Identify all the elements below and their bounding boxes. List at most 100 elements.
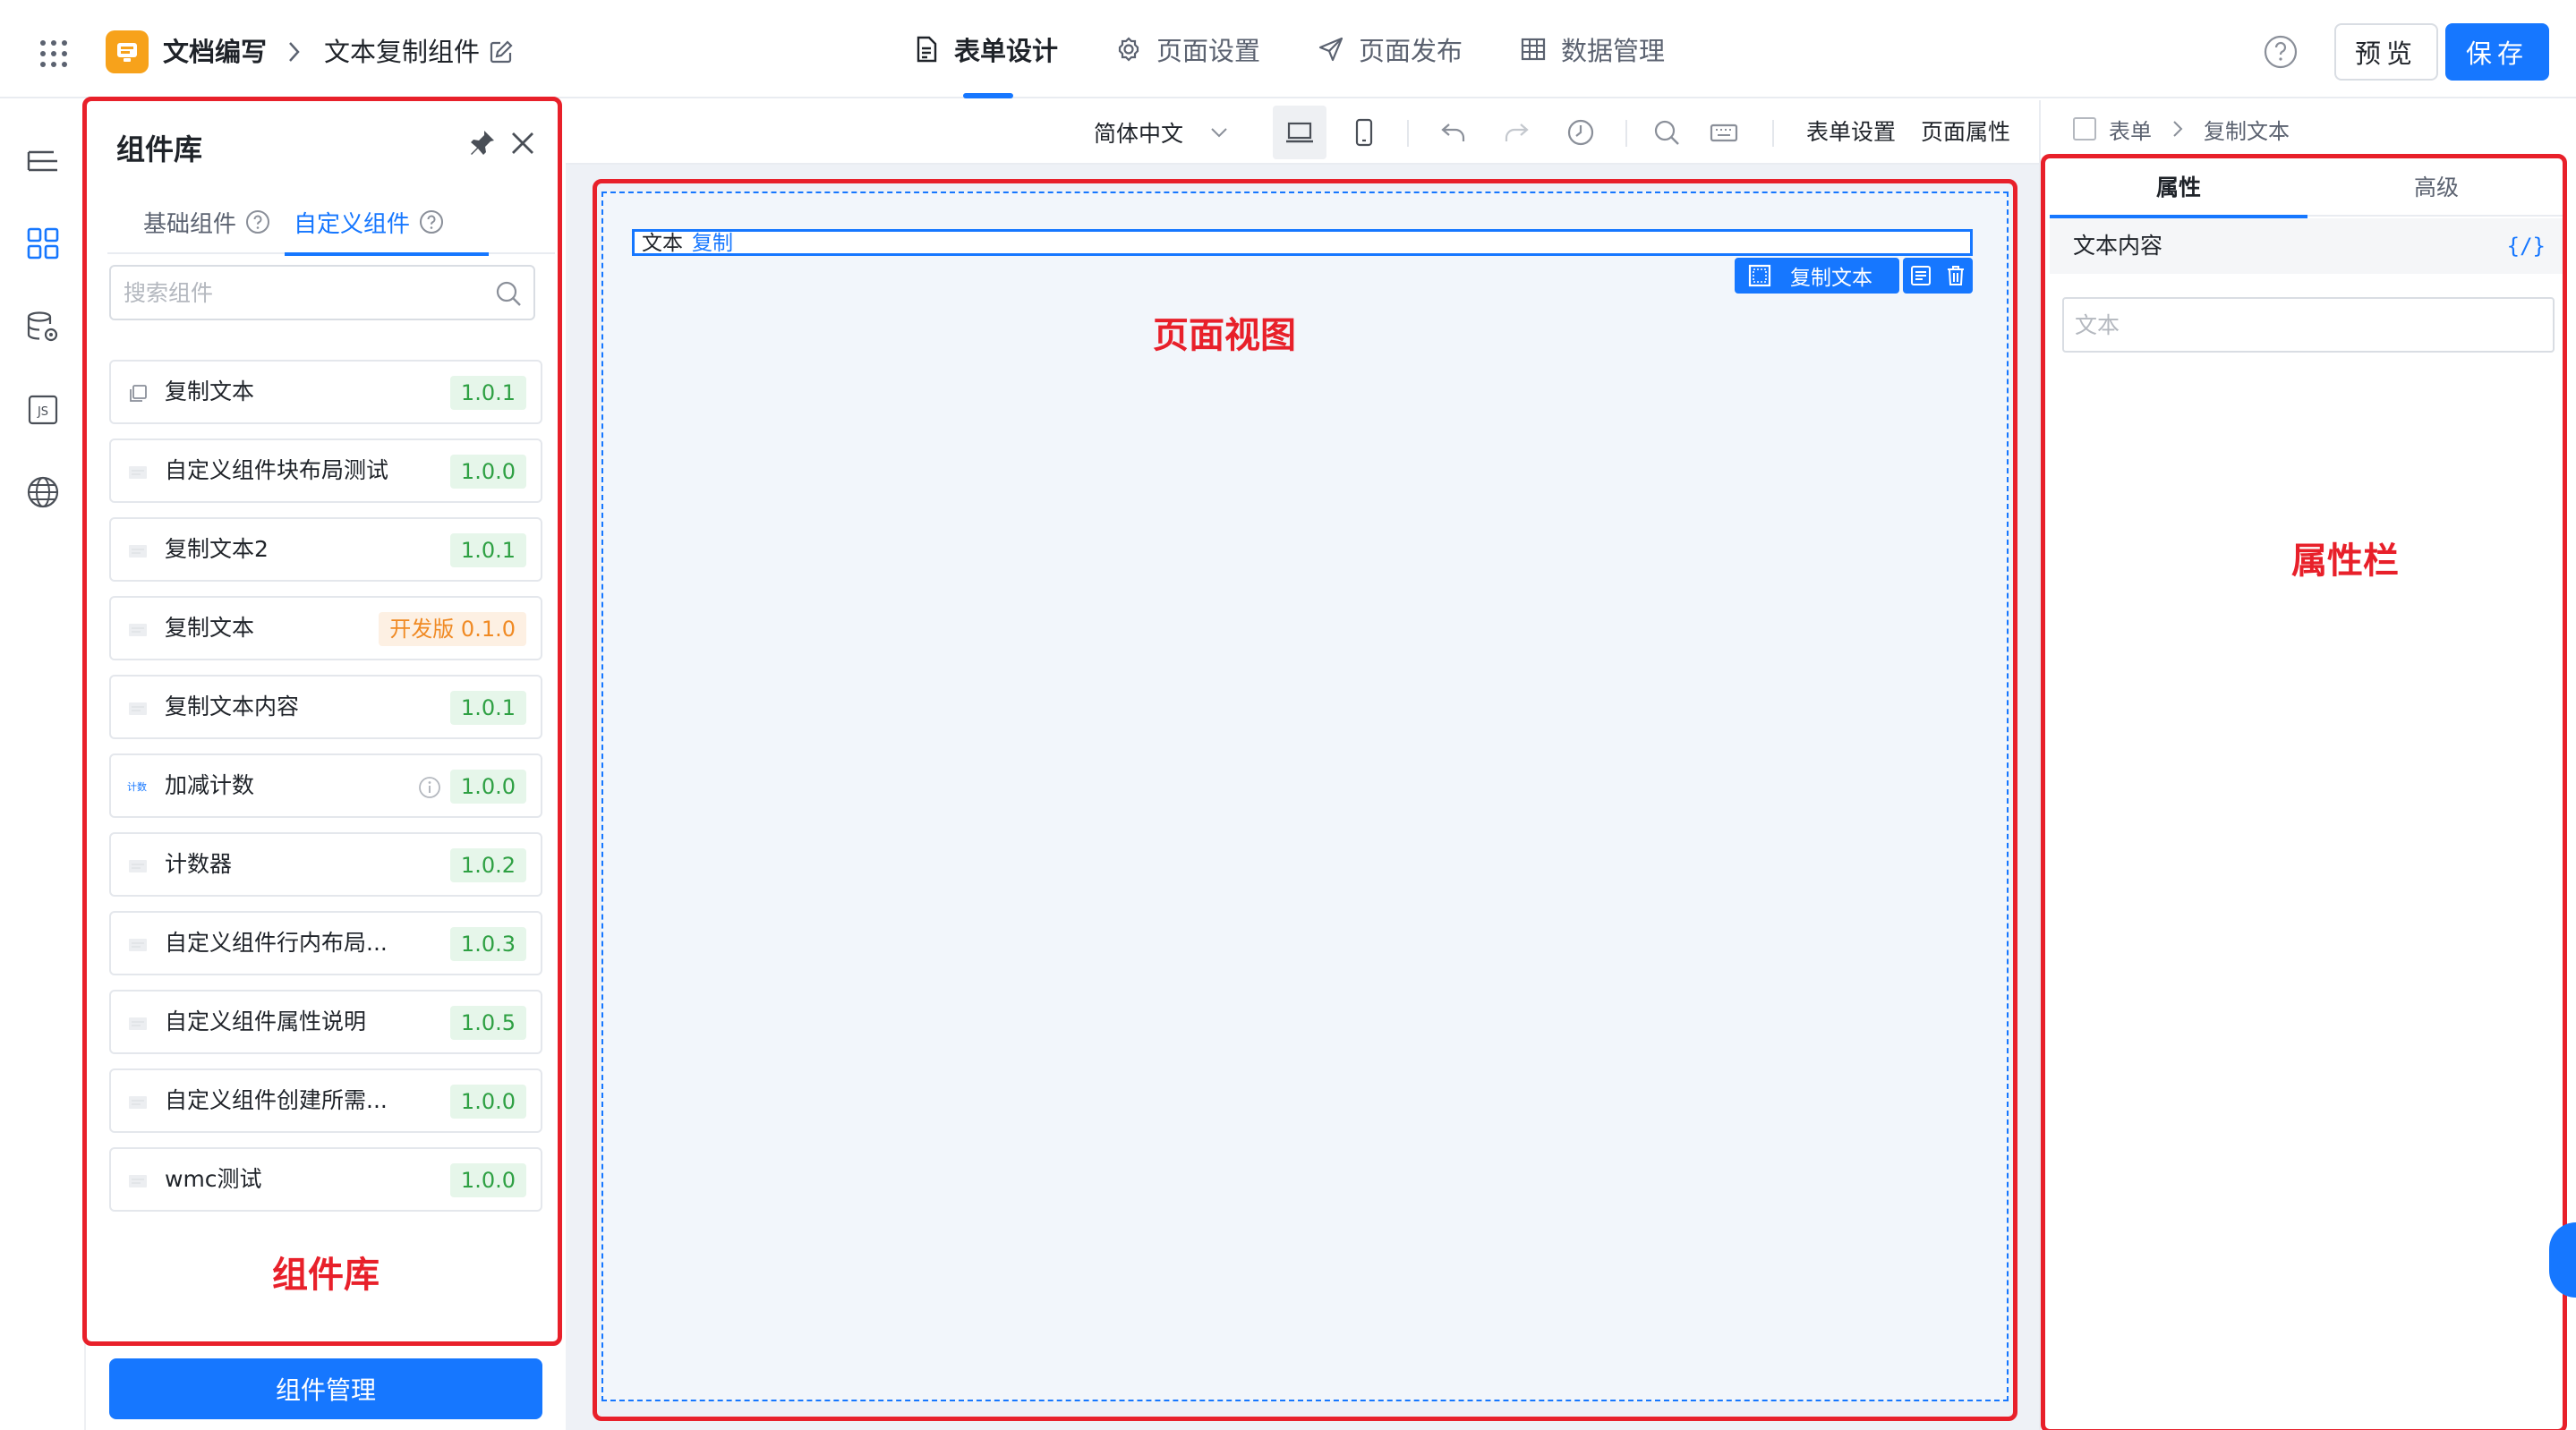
- canvas-toolbar: 简体中文 表单设置 页面属性: [566, 100, 2039, 165]
- mobile-icon: [1355, 118, 1373, 147]
- page-canvas[interactable]: [601, 192, 2009, 1401]
- page-view-annotation: 页面视图: [1153, 315, 1296, 356]
- chevron-right-icon: [2173, 121, 2183, 137]
- selected-copy-text-component[interactable]: 文本 复制: [632, 229, 1973, 256]
- mobile-view-button[interactable]: [1337, 106, 1391, 159]
- app-name[interactable]: 文档编写: [163, 34, 267, 70]
- desktop-view-button[interactable]: [1273, 106, 1326, 159]
- history-button[interactable]: [1554, 106, 1608, 159]
- version-badge: 开发版 0.1.0: [379, 612, 526, 646]
- tab-data-management[interactable]: 数据管理: [1520, 0, 1665, 98]
- breadcrumb-item[interactable]: 复制文本: [2204, 114, 2290, 145]
- question-icon[interactable]: [419, 209, 444, 234]
- search-icon: [1654, 120, 1679, 145]
- language-value: 简体中文: [1094, 121, 1184, 147]
- page-properties-link[interactable]: 页面属性: [1921, 100, 2010, 165]
- svg-text:JS: JS: [37, 405, 48, 419]
- component-select-icon: [1748, 264, 1771, 287]
- undo-button[interactable]: [1427, 106, 1480, 159]
- table-grid-icon: [1521, 38, 1546, 61]
- info-icon[interactable]: [417, 775, 442, 800]
- tab-form-design[interactable]: 表单设计: [913, 0, 1058, 98]
- tab-properties[interactable]: 属性: [2050, 159, 2307, 218]
- save-button[interactable]: 保存: [2445, 23, 2549, 81]
- send-icon: [1318, 37, 1343, 62]
- component-list-item[interactable]: 自定义组件行内布局... 1.0.3: [109, 911, 542, 975]
- globe-icon[interactable]: [25, 474, 61, 510]
- js-icon[interactable]: JS: [25, 392, 61, 428]
- component-name: 复制文本内容: [165, 694, 300, 719]
- language-select[interactable]: 简体中文: [1094, 100, 1230, 165]
- component-search: [109, 265, 535, 320]
- component-list-item[interactable]: 自定义组件属性说明 1.0.5: [109, 990, 542, 1054]
- component-list-item[interactable]: 自定义组件创建所需... 1.0.0: [109, 1068, 542, 1133]
- question-icon[interactable]: [245, 209, 270, 234]
- version-badge: 1.0.2: [449, 848, 526, 882]
- database-gear-icon[interactable]: [25, 310, 61, 345]
- search-icon[interactable]: [494, 279, 523, 308]
- component-list-item[interactable]: 计数 加减计数 1.0.0: [109, 753, 542, 818]
- tab-basic-components[interactable]: 基础组件: [143, 190, 270, 254]
- component-list-item[interactable]: 计数器 1.0.2: [109, 832, 542, 897]
- tab-advanced[interactable]: 高级: [2307, 159, 2565, 217]
- counter-icon: 计数: [127, 781, 147, 793]
- close-icon[interactable]: [507, 127, 539, 159]
- component-list: 复制文本 1.0.1 自定义组件块布局测试 1.0.0 复制文本2 1.0.1 复制文本 开发…: [109, 360, 544, 1226]
- component-list-item[interactable]: 自定义组件块布局测试 1.0.0: [109, 438, 542, 503]
- form-settings-link[interactable]: 表单设置: [1806, 100, 1896, 165]
- keyboard-shortcuts-button[interactable]: [1697, 106, 1751, 159]
- components-grid-icon[interactable]: [25, 226, 61, 261]
- copy-component-icon[interactable]: [1909, 264, 1932, 287]
- manage-components-button[interactable]: 组件管理: [109, 1358, 542, 1419]
- preview-button[interactable]: 预览: [2334, 23, 2438, 81]
- toolbar-divider: [1407, 120, 1409, 147]
- pin-icon[interactable]: [465, 127, 498, 159]
- properties-annotation: 属性栏: [2291, 541, 2399, 582]
- tab-label: 数据管理: [1561, 36, 1666, 66]
- help-icon[interactable]: [2263, 34, 2299, 70]
- selected-component-actions: [1903, 258, 1973, 294]
- library-tabs: 基础组件 自定义组件: [107, 190, 555, 256]
- top-bar: 文档编写 文本复制组件 表单设计 页面设置 页面发布 数据管理 预览 保存: [0, 0, 2576, 98]
- selected-component-tag[interactable]: 复制文本: [1735, 258, 1899, 294]
- selected-tag-label: 复制文本: [1790, 267, 1872, 290]
- component-list-item[interactable]: 复制文本内容 1.0.1: [109, 675, 542, 739]
- component-list-item[interactable]: 复制文本 1.0.1: [109, 360, 542, 424]
- tab-label: 页面设置: [1156, 36, 1261, 66]
- text-content-input[interactable]: [2062, 297, 2555, 353]
- search-canvas-button[interactable]: [1640, 106, 1693, 159]
- search-input[interactable]: [111, 267, 487, 319]
- component-name: 计数器: [165, 851, 233, 877]
- component-name: 自定义组件行内布局...: [165, 930, 388, 956]
- tab-label: 自定义组件: [294, 210, 411, 238]
- component-list-item[interactable]: wmc测试 1.0.0: [109, 1147, 542, 1212]
- apps-grid-icon[interactable]: [39, 39, 68, 68]
- component-list-item[interactable]: 复制文本2 1.0.1: [109, 517, 542, 582]
- tab-label: 页面发布: [1359, 36, 1463, 66]
- form-doc-icon: [917, 36, 937, 63]
- trash-icon[interactable]: [1944, 264, 1967, 287]
- chevron-right-icon: [289, 42, 300, 62]
- main-tabs: 表单设计 页面设置 页面发布 数据管理: [913, 0, 1722, 98]
- component-name: 复制文本: [165, 615, 255, 641]
- left-rail: JS: [0, 100, 86, 1430]
- copy-text-content: 文本: [642, 232, 683, 255]
- tab-page-settings[interactable]: 页面设置: [1115, 0, 1260, 98]
- version-badge: 1.0.5: [449, 1006, 526, 1040]
- component-list-item[interactable]: 复制文本 开发版 0.1.0: [109, 596, 542, 660]
- redo-button[interactable]: [1489, 106, 1543, 159]
- edit-icon[interactable]: [489, 39, 514, 64]
- version-badge: 1.0.0: [449, 455, 526, 489]
- tab-custom-components[interactable]: 自定义组件: [284, 190, 490, 256]
- breadcrumb-item[interactable]: 表单: [2109, 114, 2152, 145]
- component-placeholder-icon: [129, 466, 147, 479]
- copy-link[interactable]: 复制: [692, 230, 733, 257]
- library-annotation: 组件库: [272, 1255, 380, 1296]
- tab-page-publish[interactable]: 页面发布: [1318, 0, 1463, 98]
- component-placeholder-icon: [129, 1017, 147, 1030]
- code-binding-toggle[interactable]: {/}: [2507, 218, 2546, 274]
- history-clock-icon: [1567, 119, 1594, 146]
- form-node-icon: [2073, 117, 2096, 140]
- outline-tree-icon[interactable]: [25, 145, 61, 181]
- component-placeholder-icon: [129, 1175, 147, 1187]
